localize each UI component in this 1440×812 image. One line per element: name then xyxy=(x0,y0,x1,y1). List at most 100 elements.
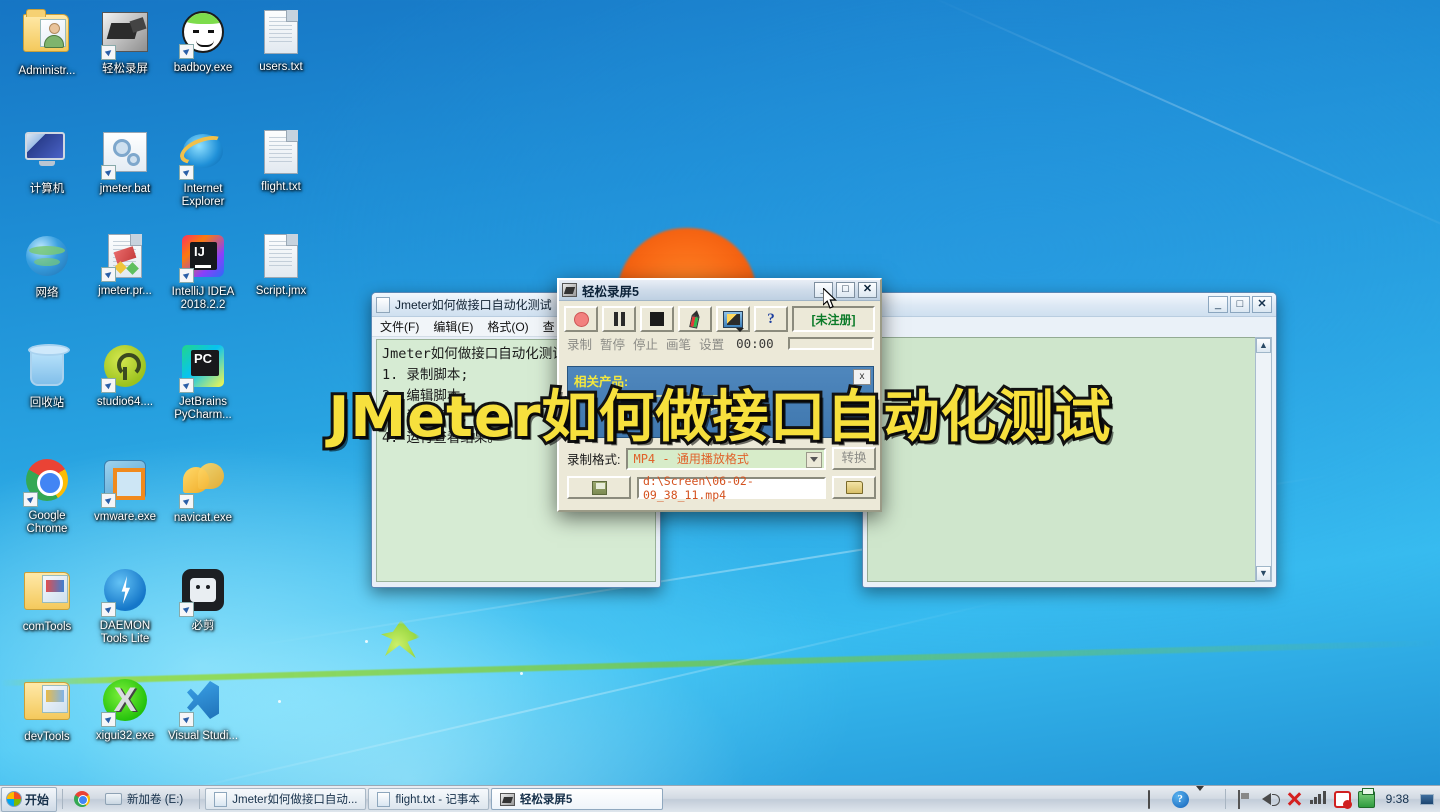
desktop-icon-glyph xyxy=(257,130,305,178)
help-icon[interactable]: ? xyxy=(1171,790,1189,808)
screen-recorder-window[interactable]: 轻松录屏5 _ □ ✕ ? [未注册] 录制 暂停 停止 画笔 设置 00:00… xyxy=(557,278,882,512)
notepad-window-flight[interactable]: _ □ ✕ ▲ ▼ xyxy=(862,292,1277,588)
label-settings: 设置 xyxy=(699,338,725,352)
start-label: 开始 xyxy=(25,792,50,807)
desktop-icon[interactable]: jmeter.pr... xyxy=(86,232,164,298)
desktop-icon[interactable]: IJ IntelliJ IDEA 2018.2.2 xyxy=(164,232,242,312)
clock[interactable]: 9:38 xyxy=(1382,792,1413,806)
convert-button[interactable]: 转换 xyxy=(832,447,876,470)
vertical-scrollbar[interactable]: ▲ ▼ xyxy=(1255,337,1272,582)
record-icon xyxy=(573,311,589,327)
recording-timer: 00:00 xyxy=(736,336,774,351)
recorder-icon xyxy=(499,792,515,806)
menu-item-edit[interactable]: 编辑(E) xyxy=(433,318,473,335)
close-button[interactable]: ✕ xyxy=(858,282,877,298)
printer-icon[interactable] xyxy=(1357,787,1375,808)
chrome-icon[interactable] xyxy=(74,791,91,807)
desktop-icon[interactable]: vmware.exe xyxy=(86,456,164,524)
ad-close-icon[interactable]: x xyxy=(853,369,871,385)
desktop-icon[interactable]: badboy.exe xyxy=(164,8,242,75)
desktop-icon-glyph xyxy=(101,679,149,727)
format-value: MP4 - 通用播放格式 xyxy=(633,452,749,466)
desktop-icon[interactable]: 必剪 xyxy=(164,566,242,633)
desktop-icon[interactable]: Administr... xyxy=(8,8,86,78)
divider xyxy=(1224,789,1226,809)
desktop-icon[interactable]: Visual Studi... xyxy=(164,676,242,743)
desktop-icon-glyph xyxy=(257,234,305,282)
desktop-icon-label: 必剪 xyxy=(191,620,215,632)
notepad-icon xyxy=(214,791,228,807)
shortcut-arrow-icon xyxy=(179,494,194,509)
taskbar-item-drive[interactable]: 新加卷 (E:) xyxy=(96,788,192,810)
chevron-down-icon[interactable] xyxy=(806,451,822,468)
ad-banner[interactable]: 相关产品: 屏幕取词 x xyxy=(567,366,874,438)
chevron-down-icon[interactable] xyxy=(1195,785,1213,808)
output-path-input[interactable]: d:\Screen\06-02-09_38_11.mp4 xyxy=(637,474,826,502)
desktop-icon[interactable]: 计算机 xyxy=(8,128,86,196)
scroll-down-icon[interactable]: ▼ xyxy=(1256,566,1271,581)
window-title: 轻松录屏5 xyxy=(582,284,639,299)
pen-button[interactable] xyxy=(678,306,712,332)
mouse-cursor-icon xyxy=(823,288,837,309)
close-x-icon[interactable] xyxy=(1286,791,1303,808)
system-tray: ? 9:38 xyxy=(1147,785,1440,812)
desktop-icon[interactable]: Internet Explorer xyxy=(164,128,242,209)
redo-icon[interactable] xyxy=(1333,790,1352,809)
desktop-icon-label: devTools xyxy=(24,731,70,743)
desktop-icon[interactable]: DAEMON Tools Lite xyxy=(86,566,164,646)
desktop-icon[interactable]: users.txt xyxy=(242,8,320,74)
network-icon[interactable] xyxy=(1237,789,1255,809)
desktop-icon[interactable]: 轻松录屏 xyxy=(86,8,164,76)
record-button[interactable] xyxy=(564,306,598,332)
help-button[interactable]: ? xyxy=(754,306,788,332)
browse-folder-button[interactable] xyxy=(832,476,876,499)
taskbar-item-flight-notepad[interactable]: flight.txt - 记事本 xyxy=(368,788,489,810)
signal-bars-icon[interactable] xyxy=(1309,790,1327,808)
desktop-icon[interactable]: navicat.exe xyxy=(164,456,242,525)
settings-button[interactable] xyxy=(716,306,750,332)
speaker-icon[interactable] xyxy=(1261,791,1280,808)
ad-product-box[interactable]: 屏幕取词 xyxy=(638,395,758,417)
pause-button[interactable] xyxy=(602,306,636,332)
menu-item-format[interactable]: 格式(O) xyxy=(487,318,528,335)
desktop-icon-glyph xyxy=(179,461,227,509)
desktop-icon[interactable]: xigui32.exe xyxy=(86,676,164,743)
maximize-button[interactable]: □ xyxy=(1230,296,1250,313)
stop-button[interactable] xyxy=(640,306,674,332)
taskbar-item-recorder[interactable]: 轻松录屏5 xyxy=(490,788,663,810)
desktop-icon[interactable]: Script.jmx xyxy=(242,232,320,298)
desktop-icon[interactable]: flight.txt xyxy=(242,128,320,194)
question-mark-icon: ? xyxy=(767,310,775,327)
desktop-icon[interactable]: 网络 xyxy=(8,232,86,300)
desktop-icon-label: Script.jmx xyxy=(255,285,307,297)
close-button[interactable]: ✕ xyxy=(1252,296,1272,313)
start-button[interactable]: 开始 xyxy=(1,786,58,812)
shortcut-arrow-icon xyxy=(179,378,194,393)
desktop-icon[interactable]: studio64.... xyxy=(86,342,164,409)
menu-item-file[interactable]: 文件(F) xyxy=(380,318,419,335)
desktop-icon[interactable]: devTools xyxy=(8,676,86,744)
desktop-icon[interactable]: 回收站 xyxy=(8,342,86,410)
shortcut-arrow-icon xyxy=(179,602,194,617)
taskbar-item-jmeter-notepad[interactable]: Jmeter如何做接口自动... xyxy=(205,788,367,810)
menu-item-view[interactable]: 查 xyxy=(543,318,555,335)
desktop-icon[interactable]: comTools xyxy=(8,566,86,634)
label-pen: 画笔 xyxy=(666,338,692,352)
wallpaper-ray xyxy=(926,0,1440,249)
minimize-button[interactable]: _ xyxy=(1208,296,1228,313)
save-button[interactable] xyxy=(567,476,631,499)
settings-icon xyxy=(723,310,744,332)
desktop-icon[interactable]: jmeter.bat xyxy=(86,128,164,196)
notepad-icon xyxy=(376,296,390,313)
scroll-up-icon[interactable]: ▲ xyxy=(1256,338,1271,353)
show-desktop-icon[interactable] xyxy=(1420,793,1434,805)
keyboard-icon[interactable] xyxy=(1147,789,1165,809)
notepad-text-area[interactable] xyxy=(867,337,1272,582)
app-icon xyxy=(562,283,577,297)
desktop-icon[interactable]: Google Chrome xyxy=(8,456,86,536)
desktop-icon-glyph xyxy=(257,10,305,58)
desktop-icon-glyph: PC xyxy=(179,345,227,393)
format-select[interactable]: MP4 - 通用播放格式 xyxy=(626,447,826,470)
desktop-icon[interactable]: PC JetBrains PyCharm... xyxy=(164,342,242,422)
desktop-icon-label: Google Chrome xyxy=(26,510,68,535)
